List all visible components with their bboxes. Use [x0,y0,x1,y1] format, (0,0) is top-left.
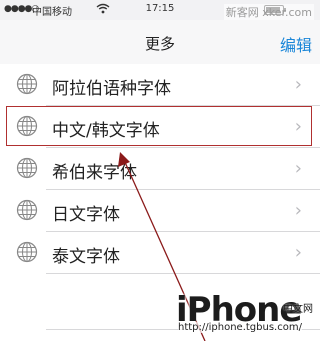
chevron-right-icon: › [294,242,302,263]
globe-icon [16,73,38,95]
edit-button[interactable]: 编辑 [280,32,312,56]
chevron-right-icon: › [294,158,302,179]
list-item-label: 希伯来字体 [52,163,137,183]
page-title: 更多 [144,35,175,53]
logo-suffix: 中文网 [283,304,313,315]
carrier-name: 中国移动 [32,7,72,18]
highlight-annotation [6,106,312,146]
list-item-label: 日文字体 [52,205,120,225]
chevron-right-icon: › [294,74,302,95]
chevron-right-icon: › [294,200,302,221]
watermark-site: 新客网 xker.com [223,4,314,20]
list-item-label: 泰文字体 [52,247,120,267]
logo-url: http://iphone.tgbus.com/ [178,322,302,333]
list-item-label: 阿拉伯语种字体 [52,79,171,99]
list-item-hebrew[interactable]: 希伯来字体 › [0,148,320,190]
globe-icon [16,157,38,179]
navigation-bar: 更多 编辑 [0,20,320,64]
list-item-arabic[interactable]: 阿拉伯语种字体 › [0,64,320,106]
list-item-japanese[interactable]: 日文字体 › [0,190,320,232]
list-item-thai[interactable]: 泰文字体 › [0,232,320,274]
wifi-icon [96,3,110,17]
status-time: 17:15 [145,3,175,14]
globe-icon [16,199,38,221]
globe-icon [16,241,38,263]
